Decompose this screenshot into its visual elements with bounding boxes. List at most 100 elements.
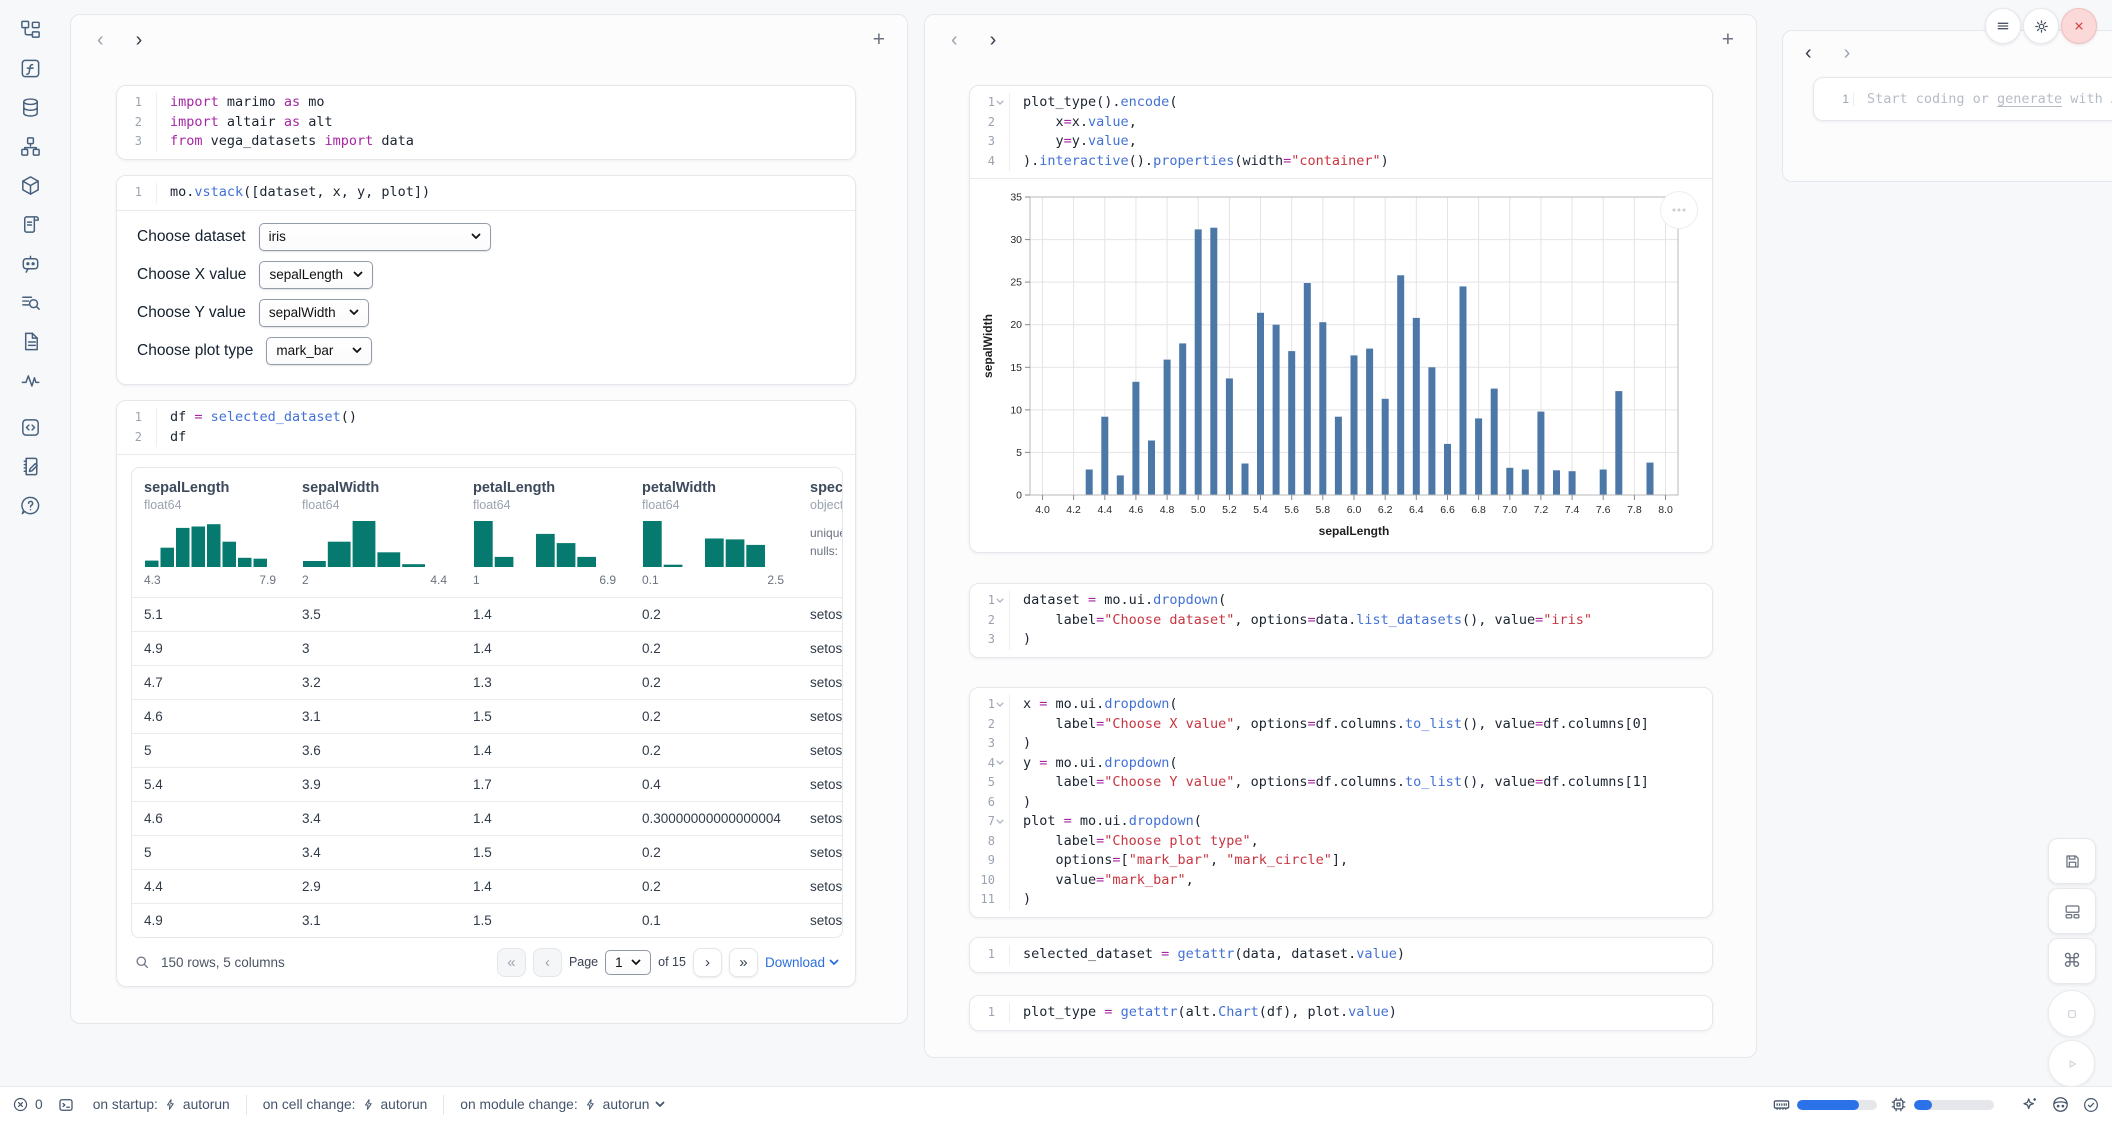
page-select[interactable]: 1 [605, 950, 651, 975]
code-editor[interactable]: 1mo.vstack([dataset, x, y, plot]) [117, 176, 855, 210]
download-button[interactable]: Download [765, 955, 839, 970]
scratchpad-icon[interactable] [13, 451, 47, 481]
code-editor[interactable]: 1dataset = mo.ui.dropdown(2 label="Choos… [970, 584, 1712, 657]
connection-status[interactable] [2082, 1096, 2100, 1114]
code-editor[interactable]: 1selected_dataset = getattr(data, datase… [970, 938, 1712, 972]
svg-text:4.2: 4.2 [1066, 504, 1081, 516]
svg-text:sepalLength: sepalLength [1319, 524, 1390, 538]
table-row[interactable]: 5.13.51.40.2setosa [132, 597, 842, 631]
table-row[interactable]: 4.73.21.30.2setosa [132, 665, 842, 699]
next-page-button[interactable]: › [693, 948, 722, 977]
packages-icon[interactable] [13, 170, 47, 200]
svg-text:8.0: 8.0 [1658, 504, 1673, 516]
save-button[interactable] [2048, 838, 2096, 884]
memory-usage[interactable] [1772, 1095, 1877, 1114]
line-number: 2 [117, 428, 157, 448]
empty-cell[interactable]: 1 Start coding or generate with AI [1813, 77, 2112, 121]
table-row[interactable]: 4.42.91.40.2setosa [132, 869, 842, 903]
on-module-change-toggle[interactable]: on module change:autorun [460, 1097, 665, 1112]
on-startup-toggle[interactable]: on startup:autorun [93, 1097, 230, 1112]
chevron-down-icon [655, 1101, 665, 1108]
altair-chart[interactable]: 4.04.24.44.64.85.05.25.45.65.86.06.26.46… [980, 189, 1708, 546]
stop-button[interactable] [2048, 990, 2095, 1037]
plot-type-dropdown[interactable]: mark_bar [266, 337, 372, 365]
outline-search-icon[interactable] [13, 287, 47, 317]
logs-icon[interactable] [13, 209, 47, 239]
first-page-button[interactable]: « [497, 948, 526, 977]
snippets-icon[interactable] [13, 412, 47, 442]
generate-with-ai-link[interactable]: generate [1997, 91, 2062, 107]
errors-indicator[interactable]: 0 [12, 1096, 43, 1113]
chart-output: 4.04.24.44.64.85.05.25.45.65.86.06.26.46… [970, 179, 1712, 552]
table-row[interactable]: 4.93.11.50.1setosa [132, 903, 842, 937]
notebook-menu-button[interactable] [1985, 8, 2021, 44]
ai-chat-icon[interactable] [13, 248, 47, 278]
on-cell-change-toggle[interactable]: on cell change:autorun [263, 1097, 428, 1112]
code-editor[interactable]: 1plot_type().encode(2 x=x.value,3 y=y.va… [970, 86, 1712, 178]
run-button[interactable] [2048, 1040, 2095, 1087]
line-number: 2 [970, 113, 1010, 133]
column-header-sepalWidth[interactable]: sepalWidthfloat6424.4 [290, 468, 461, 597]
dataset-dropdown[interactable]: iris [259, 223, 491, 251]
dependency-graph-icon[interactable] [13, 131, 47, 161]
ai-assist-button[interactable] [2020, 1095, 2039, 1114]
column-prev-button[interactable]: ‹ [93, 30, 108, 50]
copilot-button[interactable] [2051, 1095, 2070, 1114]
table-row[interactable]: 53.41.50.2setosa [132, 835, 842, 869]
code-editor[interactable]: 1plot_type = getattr(alt.Chart(df), plot… [970, 996, 1712, 1030]
cpu-usage[interactable] [1889, 1095, 1994, 1114]
table-row[interactable]: 4.63.11.50.2setosa [132, 699, 842, 733]
y-value-dropdown[interactable]: sepalWidth [259, 299, 369, 327]
last-page-button[interactable]: » [729, 948, 758, 977]
tracing-icon[interactable] [13, 365, 47, 395]
code-editor[interactable]: 1df = selected_dataset()2df [117, 401, 855, 454]
terminal-button[interactable] [57, 1096, 75, 1114]
add-column-button[interactable]: + [1722, 28, 1734, 52]
code-editor[interactable]: 1import marimo as mo2import altair as al… [117, 86, 855, 159]
line-number: 1 [117, 93, 157, 113]
terminal-icon [57, 1096, 75, 1114]
svg-text:5.4: 5.4 [1253, 504, 1268, 516]
chart-actions-button[interactable] [1660, 191, 1698, 229]
search-icon[interactable] [133, 953, 151, 971]
layout-button[interactable] [2048, 888, 2096, 934]
menu-icon [1995, 18, 2011, 34]
column-next-button[interactable]: › [1840, 43, 1855, 63]
dropdown-row: Choose X valuesepalLength [117, 256, 855, 294]
bolt-icon [584, 1097, 597, 1112]
cell-placeholder: Start coding or generate with AI [1867, 91, 2112, 107]
svg-text:5.2: 5.2 [1222, 504, 1237, 516]
line-number: 8 [970, 832, 1010, 852]
datasources-icon[interactable] [13, 92, 47, 122]
column-prev-button[interactable]: ‹ [1801, 43, 1816, 63]
add-column-button[interactable]: + [873, 28, 885, 52]
prev-page-button[interactable]: ‹ [533, 948, 562, 977]
x-value-dropdown[interactable]: sepalLength [259, 261, 373, 289]
documentation-icon[interactable] [13, 326, 47, 356]
cell-selected-dataset: 1selected_dataset = getattr(data, datase… [969, 937, 1713, 973]
shutdown-button[interactable] [2061, 8, 2097, 44]
column-header-petalWidth[interactable]: petalWidthfloat640.12.5 [630, 468, 798, 597]
settings-button[interactable] [2023, 8, 2059, 44]
table-row[interactable]: 53.61.40.2setosa [132, 733, 842, 767]
cell-plot-type: 1plot_type = getattr(alt.Chart(df), plot… [969, 995, 1713, 1031]
column-header-species[interactable]: speciesobjectuniquenulls: [798, 468, 843, 597]
column-next-button[interactable]: › [986, 30, 1001, 50]
svg-text:7.0: 7.0 [1502, 504, 1517, 516]
column-next-button[interactable]: › [132, 30, 147, 50]
column-header-petalLength[interactable]: petalLengthfloat6416.9 [461, 468, 630, 597]
code-editor[interactable]: 1x = mo.ui.dropdown(2 label="Choose X va… [970, 688, 1712, 917]
functions-icon[interactable] [13, 53, 47, 83]
table-row[interactable]: 5.43.91.70.4setosa [132, 767, 842, 801]
help-icon[interactable] [13, 490, 47, 520]
table-row[interactable]: 4.931.40.2setosa [132, 631, 842, 665]
table-row[interactable]: 4.63.41.40.30000000000000004setosa [132, 801, 842, 835]
cell-dataframe: 1df = selected_dataset()2df sepalLengthf… [116, 400, 856, 987]
line-number: 2 [970, 715, 1010, 735]
column-prev-button[interactable]: ‹ [947, 30, 962, 50]
keyboard-shortcuts-button[interactable]: ⌘ [2048, 938, 2096, 984]
column-header-sepalLength[interactable]: sepalLengthfloat644.37.9 [132, 468, 290, 597]
sparkles-icon [2020, 1095, 2039, 1114]
svg-text:7.8: 7.8 [1627, 504, 1642, 516]
file-explorer-icon[interactable] [13, 14, 47, 44]
